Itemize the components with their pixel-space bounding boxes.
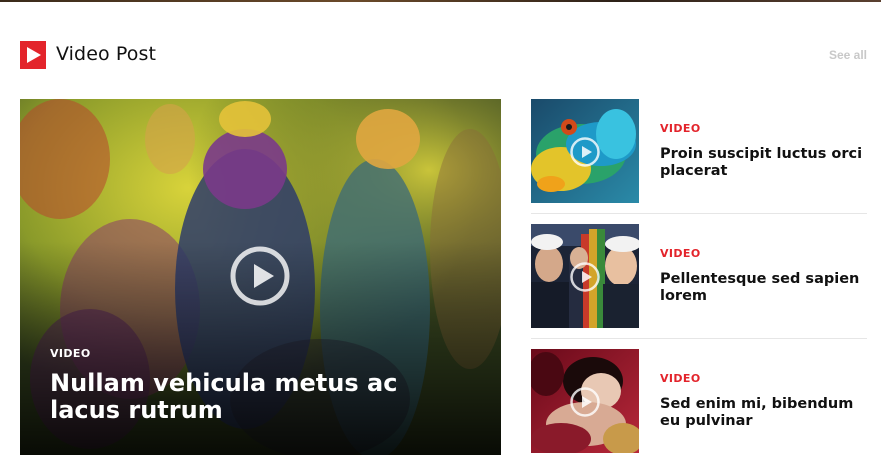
divider (531, 213, 867, 214)
featured-title[interactable]: Nullam vehicula metus ac lacus rutrum (50, 370, 470, 424)
post-thumbnail[interactable] (531, 224, 639, 328)
side-post[interactable]: VIDEO Proin suscipit luctus orci placera… (531, 99, 867, 203)
divider (531, 338, 867, 339)
side-post[interactable]: VIDEO Pellentesque sed sapien lorem (531, 224, 867, 328)
side-post[interactable]: VIDEO Sed enim mi, bibendum eu pulvinar (531, 349, 867, 453)
play-circle-icon[interactable] (569, 136, 601, 168)
play-square-icon (20, 41, 46, 69)
top-image-strip (0, 0, 881, 2)
section-header: Video Post See all (20, 40, 867, 70)
featured-video-post[interactable]: VIDEO Nullam vehicula metus ac lacus rut… (20, 99, 501, 455)
post-thumbnail[interactable] (531, 99, 639, 203)
post-title[interactable]: Pellentesque sed sapien lorem (660, 271, 867, 305)
see-all-link[interactable]: See all (829, 48, 867, 62)
play-circle-icon[interactable] (229, 245, 291, 307)
play-circle-icon[interactable] (569, 386, 601, 418)
category-tag[interactable]: VIDEO (660, 122, 701, 135)
play-circle-icon[interactable] (569, 261, 601, 293)
post-title[interactable]: Proin suscipit luctus orci placerat (660, 146, 867, 180)
post-thumbnail[interactable] (531, 349, 639, 453)
featured-category-tag[interactable]: VIDEO (50, 347, 91, 360)
section-title: Video Post (56, 43, 157, 65)
category-tag[interactable]: VIDEO (660, 372, 701, 385)
category-tag[interactable]: VIDEO (660, 247, 701, 260)
post-title[interactable]: Sed enim mi, bibendum eu pulvinar (660, 396, 867, 430)
